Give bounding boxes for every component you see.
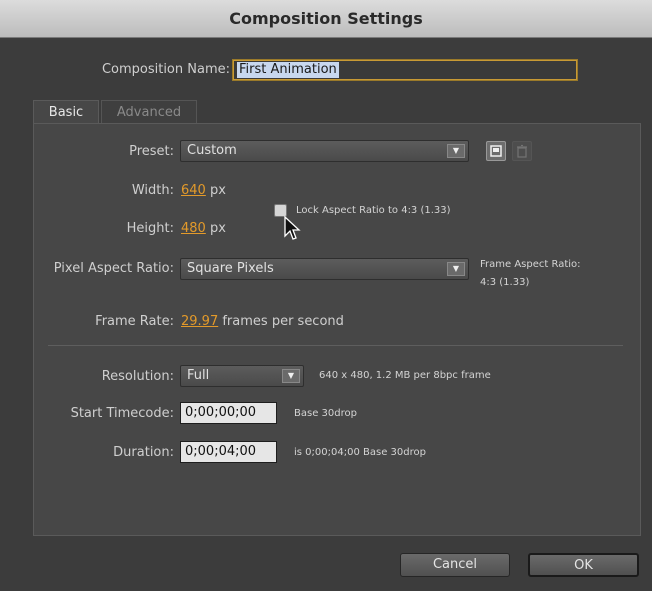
resolution-label: Resolution: [101,369,174,384]
composition-name-input[interactable]: First Animation [233,60,577,80]
composition-name-label: Composition Name: [101,62,230,77]
tab-advanced[interactable]: Advanced [101,100,197,124]
chevron-down-icon: ▼ [447,144,465,158]
resolution-dropdown[interactable]: Full ▼ [180,365,304,387]
frame-aspect-value: 4:3 (1.33) [480,277,530,288]
tab-basic[interactable]: Basic [33,100,99,124]
pixel-aspect-value: Square Pixels [187,261,274,276]
duration-info: is 0;00;04;00 Base 30drop [294,447,426,458]
frame-rate-value[interactable]: 29.97 [181,314,218,329]
pixel-aspect-label: Pixel Aspect Ratio: [53,261,174,276]
delete-preset-button[interactable] [512,141,532,161]
height-unit: px [209,221,226,236]
cancel-button[interactable]: Cancel [400,553,510,577]
pixel-aspect-dropdown[interactable]: Square Pixels ▼ [180,258,469,280]
window-title: Composition Settings [0,0,652,38]
chevron-down-icon: ▼ [282,369,300,383]
chevron-down-icon: ▼ [447,262,465,276]
resolution-info: 640 x 480, 1.2 MB per 8bpc frame [319,370,491,381]
width-value[interactable]: 640 [181,183,206,198]
frame-aspect-label: Frame Aspect Ratio: [480,259,581,270]
frame-rate-unit: frames per second [222,314,344,329]
height-label: Height: [126,221,174,236]
trash-icon [517,144,527,158]
preset-value: Custom [187,143,237,158]
duration-input[interactable]: 0;00;04;00 [180,441,277,463]
resolution-value: Full [187,368,210,383]
duration-label: Duration: [113,445,174,460]
lock-aspect-label: Lock Aspect Ratio to 4:3 (1.33) [296,205,451,216]
save-preset-icon [490,145,502,157]
ok-button[interactable]: OK [528,553,639,577]
save-preset-button[interactable] [486,141,506,161]
width-unit: px [209,183,226,198]
start-timecode-input[interactable]: 0;00;00;00 [180,402,277,424]
composition-name-value: First Animation [237,62,339,78]
preset-label: Preset: [129,144,174,159]
height-value[interactable]: 480 [181,221,206,236]
mouse-pointer-icon [284,216,301,240]
width-field: 640 px [181,183,226,198]
frame-rate-field: 29.97 frames per second [181,314,344,329]
height-field: 480 px [181,221,226,236]
preset-dropdown[interactable]: Custom ▼ [180,140,469,162]
width-label: Width: [131,183,174,198]
section-divider [48,345,623,346]
frame-rate-label: Frame Rate: [95,314,174,329]
start-timecode-label: Start Timecode: [70,406,174,421]
start-timecode-info: Base 30drop [294,408,357,419]
